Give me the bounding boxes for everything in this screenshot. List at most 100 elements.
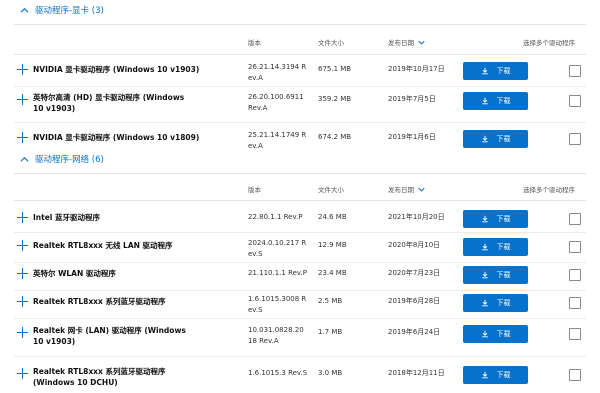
driver-date: 2020年8月10日 xyxy=(388,241,441,249)
driver-name: 英特尔高清 (HD) 显卡驱动程序 (Windows 10 v1903) xyxy=(33,93,185,113)
driver-date: 2019年10月17日 xyxy=(388,65,445,73)
driver-size: 23.4 MB xyxy=(318,269,347,277)
driver-version: 26.20.100.6911 Rev.A xyxy=(248,93,304,112)
select-checkbox[interactable] xyxy=(569,133,581,145)
driver-version: 10.031.0828.20 18 Rev.A xyxy=(248,326,304,345)
expand-plus-icon[interactable] xyxy=(17,327,28,338)
driver-size: 675.1 MB xyxy=(318,65,352,73)
driver-date: 2019年6月24日 xyxy=(388,328,441,336)
driver-size: 12.9 MB xyxy=(318,241,347,249)
column-header-date-label: 发布日期 xyxy=(388,186,414,194)
select-checkbox[interactable] xyxy=(569,297,581,309)
column-header-select: 选择多个驱动程序 xyxy=(523,39,575,47)
select-checkbox[interactable] xyxy=(569,65,581,77)
driver-version: 1.6.1015.3008 R ev.S xyxy=(248,295,307,314)
driver-size: 2.5 MB xyxy=(318,297,343,305)
expand-plus-icon[interactable] xyxy=(17,64,28,75)
download-button[interactable]: 下载 xyxy=(463,294,528,312)
download-icon xyxy=(481,371,488,379)
column-header-select: 选择多个驱动程序 xyxy=(523,186,575,194)
driver-size: 3.0 MB xyxy=(318,369,343,377)
column-header-date[interactable]: 发布日期 xyxy=(388,184,425,194)
section-toggle-network[interactable]: 驱动程序-网络 (6) xyxy=(20,153,104,165)
select-checkbox[interactable] xyxy=(569,269,581,281)
download-icon xyxy=(481,243,488,251)
download-label: 下载 xyxy=(496,215,511,223)
column-header-date[interactable]: 发布日期 xyxy=(388,37,425,47)
column-header-date-label: 发布日期 xyxy=(388,39,414,47)
driver-date: 2020年7月23日 xyxy=(388,269,441,277)
divider xyxy=(14,173,586,174)
driver-size: 1.7 MB xyxy=(318,328,343,336)
select-checkbox[interactable] xyxy=(569,328,581,340)
driver-date: 2021年10月20日 xyxy=(388,213,445,221)
row-divider xyxy=(14,262,586,263)
divider xyxy=(14,24,586,25)
sort-chevron-down-icon xyxy=(418,187,425,192)
select-checkbox[interactable] xyxy=(569,95,581,107)
driver-version: 26.21.14.3194 R ev.A xyxy=(248,63,307,82)
download-label: 下载 xyxy=(496,371,511,379)
driver-date: 2019年6月28日 xyxy=(388,297,441,305)
section-title: 驱动程序-显卡 (3) xyxy=(35,6,104,16)
driver-name: Realtek RTL8xxx 无线 LAN 驱动程序 xyxy=(33,241,173,250)
driver-name: Realtek 网卡 (LAN) 驱动程序 (Windows 10 v1903) xyxy=(33,326,186,346)
download-button[interactable]: 下载 xyxy=(463,266,528,284)
download-label: 下载 xyxy=(496,243,511,251)
expand-plus-icon[interactable] xyxy=(17,240,28,251)
download-button[interactable]: 下载 xyxy=(463,92,528,110)
download-label: 下载 xyxy=(496,67,511,75)
row-divider xyxy=(14,318,586,319)
download-button[interactable]: 下载 xyxy=(463,366,528,384)
driver-name: NVIDIA 显卡驱动程序 (Windows 10 v1809) xyxy=(33,133,200,142)
driver-version: 1.6.1015.3 Rev.S xyxy=(248,369,308,377)
column-header-size: 文件大小 xyxy=(318,39,344,47)
driver-name: Intel 蓝牙驱动程序 xyxy=(33,213,100,222)
driver-name: Realtek RTL8xxx 系列蓝牙驱动程序 (Windows 10 DCH… xyxy=(33,367,166,387)
driver-date: 2019年1月6日 xyxy=(388,133,436,141)
driver-size: 359.2 MB xyxy=(318,95,352,103)
download-icon xyxy=(481,330,488,338)
chevron-up-icon xyxy=(20,7,29,13)
download-icon xyxy=(481,97,488,105)
driver-date: 2019年7月5日 xyxy=(388,95,436,103)
section-title: 驱动程序-网络 (6) xyxy=(35,155,104,165)
driver-size: 674.2 MB xyxy=(318,133,352,141)
download-button[interactable]: 下载 xyxy=(463,62,528,80)
driver-date: 2018年12月11日 xyxy=(388,369,445,377)
select-checkbox[interactable] xyxy=(569,213,581,225)
expand-plus-icon[interactable] xyxy=(17,132,28,143)
expand-plus-icon[interactable] xyxy=(17,268,28,279)
select-checkbox[interactable] xyxy=(569,241,581,253)
column-header-version: 版本 xyxy=(248,39,261,47)
download-button[interactable]: 下载 xyxy=(463,238,528,256)
expand-plus-icon[interactable] xyxy=(17,94,28,105)
download-label: 下载 xyxy=(496,271,511,279)
download-icon xyxy=(481,67,488,75)
driver-name: 英特尔 WLAN 驱动程序 xyxy=(33,269,116,278)
expand-plus-icon[interactable] xyxy=(17,212,28,223)
download-button[interactable]: 下载 xyxy=(463,210,528,228)
select-checkbox[interactable] xyxy=(569,369,581,381)
download-icon xyxy=(481,135,488,143)
sort-chevron-down-icon xyxy=(418,40,425,45)
expand-plus-icon[interactable] xyxy=(17,296,28,307)
download-icon xyxy=(481,215,488,223)
row-divider xyxy=(14,122,586,123)
download-button[interactable]: 下载 xyxy=(463,325,528,343)
row-divider xyxy=(14,290,586,291)
download-icon xyxy=(481,271,488,279)
download-label: 下载 xyxy=(496,330,511,338)
driver-version: 21.110.1.1 Rev.P xyxy=(248,269,307,277)
download-icon xyxy=(481,299,488,307)
row-divider xyxy=(14,232,586,233)
expand-plus-icon[interactable] xyxy=(17,368,28,379)
download-label: 下载 xyxy=(496,299,511,307)
column-header-size: 文件大小 xyxy=(318,186,344,194)
driver-version: 22.80.1.1 Rev.P xyxy=(248,213,303,221)
download-label: 下载 xyxy=(496,135,511,143)
driver-size: 24.6 MB xyxy=(318,213,347,221)
row-divider xyxy=(14,86,586,87)
section-toggle-graphics[interactable]: 驱动程序-显卡 (3) xyxy=(20,4,104,16)
download-button[interactable]: 下载 xyxy=(463,130,528,148)
